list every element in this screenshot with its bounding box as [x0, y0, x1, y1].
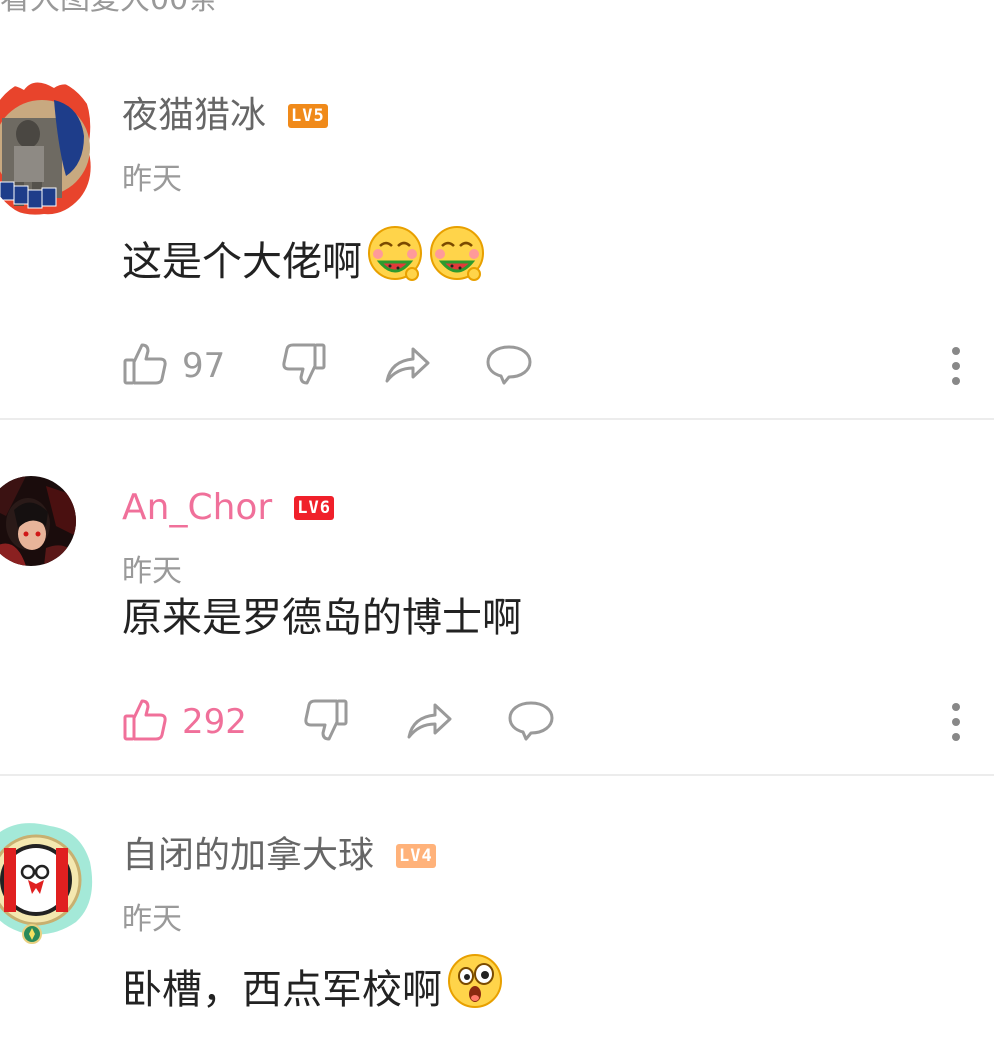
eating-watermelon-emoji — [428, 224, 486, 292]
like-count: 292 — [182, 702, 247, 742]
divider — [0, 774, 994, 776]
share-icon — [383, 341, 431, 391]
level-badge: LV6 — [294, 496, 334, 520]
more-button[interactable] — [946, 696, 966, 748]
header-partial-text: 看大图复大00条 — [0, 0, 218, 18]
more-button[interactable] — [946, 340, 966, 392]
avatar[interactable] — [0, 78, 100, 218]
comment-time: 昨天 — [122, 162, 182, 197]
comment-page: 看大图复大00条 — [0, 0, 994, 1039]
thumbs-up-icon — [122, 697, 168, 747]
level-badge: LV4 — [396, 844, 436, 868]
eating-watermelon-emoji — [366, 224, 424, 292]
divider — [0, 418, 994, 420]
more-icon — [952, 703, 960, 711]
share-button[interactable] — [405, 697, 453, 747]
thumbs-up-icon — [122, 341, 168, 391]
comment-text: 这是个大佬啊 — [122, 226, 486, 286]
comment-time: 昨天 — [122, 554, 182, 589]
name-row: 自闭的加拿大球 LV4 — [122, 834, 436, 878]
like-button[interactable]: 292 — [122, 697, 247, 747]
action-bar: 292 — [122, 696, 555, 748]
like-button[interactable]: 97 — [122, 341, 225, 391]
thumbs-down-icon — [303, 697, 349, 747]
comment-text: 原来是罗德岛的博士啊 — [122, 586, 522, 642]
dislike-button[interactable] — [303, 697, 349, 747]
username[interactable]: 自闭的加拿大球 — [122, 834, 374, 878]
action-bar: 97 — [122, 340, 533, 392]
shocked-emoji — [446, 952, 504, 1020]
avatar[interactable] — [0, 822, 98, 944]
thumbs-down-icon — [281, 341, 327, 391]
reply-icon — [507, 697, 555, 747]
name-row: 夜猫猎冰 LV5 — [122, 94, 328, 138]
share-button[interactable] — [383, 341, 431, 391]
comment-text-body: 卧槽，西点军校啊 — [122, 967, 442, 1013]
reply-button[interactable] — [507, 697, 555, 747]
username[interactable]: An_Chor — [122, 486, 272, 530]
username[interactable]: 夜猫猎冰 — [122, 94, 266, 138]
name-row: An_Chor LV6 — [122, 486, 334, 530]
comment-text: 卧槽，西点军校啊 — [122, 954, 504, 1014]
level-badge: LV5 — [288, 104, 328, 128]
like-count: 97 — [182, 346, 226, 386]
reply-icon — [485, 341, 533, 391]
reply-button[interactable] — [485, 341, 533, 391]
comment-text-body: 这是个大佬啊 — [122, 239, 362, 285]
more-icon — [952, 347, 960, 355]
comment-text-body: 原来是罗德岛的博士啊 — [122, 595, 522, 641]
avatar[interactable] — [0, 476, 76, 566]
comment-time: 昨天 — [122, 902, 182, 937]
dislike-button[interactable] — [281, 341, 327, 391]
share-icon — [405, 697, 453, 747]
